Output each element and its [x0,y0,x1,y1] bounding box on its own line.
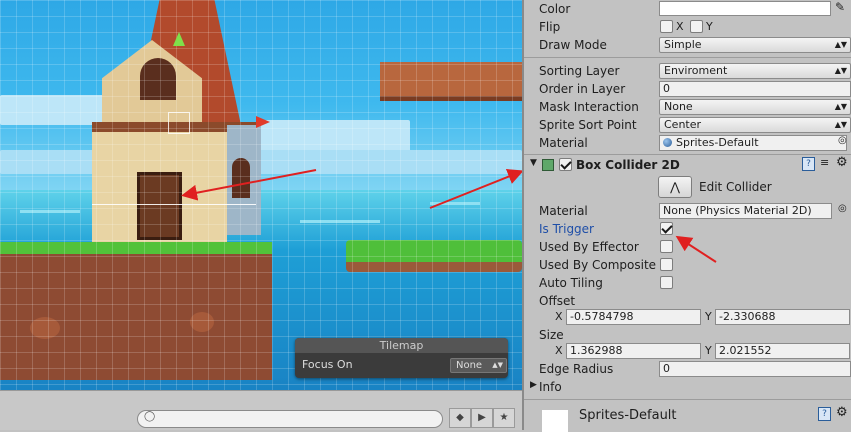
size-label: Size [539,328,564,342]
material-asset-name: Sprites-Default [579,408,677,423]
flip-x-label: X [676,20,684,33]
used-by-effector-checkbox[interactable] [660,240,673,253]
physics-material-label: Material [539,204,588,218]
focus-on-dropdown[interactable]: None ▲▼ [450,358,507,373]
color-field[interactable] [659,1,831,16]
color-label: Color [539,2,571,16]
edit-collider-icon: ⋀ [670,180,680,194]
divider [524,57,851,58]
size-x-field[interactable]: 1.362988 [566,343,701,359]
offset-x-field[interactable]: -0.5784798 [566,309,701,325]
mask-interaction-dropdown[interactable]: None ▲▼ [659,99,851,115]
tilemap-panel-title: Tilemap [295,338,508,353]
gear-icon[interactable]: ⚙ [836,405,848,420]
used-by-effector-label: Used By Effector [539,240,639,254]
gear-icon[interactable]: ⚙ [836,155,848,170]
search-icon: ◯ [144,411,156,422]
material-preview-thumbnail [542,410,568,432]
offset-y-field[interactable]: -2.330688 [715,309,850,325]
material-sphere-icon [663,138,672,147]
flip-y-label: Y [706,20,713,33]
annotation-arrow [181,169,317,201]
flip-y-checkbox[interactable] [690,20,703,33]
physics-material-field[interactable]: None (Physics Material 2D) [659,203,832,219]
material-value: Sprites-Default [676,136,759,149]
draw-mode-label: Draw Mode [539,38,607,52]
size-y-field[interactable]: 2.021552 [715,343,850,359]
draw-mode-value: Simple [664,38,702,51]
draw-mode-dropdown[interactable]: Simple ▲▼ [659,37,851,53]
used-by-composite-label: Used By Composite [539,258,657,272]
offset-x-label: X [555,310,563,323]
flip-label: Flip [539,20,561,34]
size-y-label: Y [705,344,712,357]
tag-icon[interactable]: ▶ [471,408,493,428]
is-trigger-label: Is Trigger [539,222,594,236]
box-collider-enabled-checkbox[interactable] [559,158,572,171]
offset-y-label: Y [705,310,712,323]
edge-radius-label: Edge Radius [539,362,614,376]
material-field[interactable]: Sprites-Default [659,135,847,151]
chevron-down-icon: ▲▼ [834,120,847,129]
tilemap-panel: Tilemap Focus On None ▲▼ [295,338,508,378]
material-label: Material [539,136,588,150]
preset-icon[interactable]: ≡ [820,156,829,169]
foldout-closed-icon: ▶ [530,380,537,390]
inspector-panel: Color ✎ Flip X Y Draw Mode Simple ▲▼ Sor… [522,0,851,432]
auto-tiling-label: Auto Tiling [539,276,603,290]
mask-interaction-value: None [664,100,693,113]
help-icon[interactable]: ? [802,157,815,171]
scene-view[interactable]: Tilemap Focus On None ▲▼ ◯ ◆ ▶ ★ [0,0,522,430]
annotation-arrows [181,169,522,209]
offset-label: Offset [539,294,576,308]
object-picker-icon[interactable]: ◎ [838,203,847,214]
is-trigger-checkbox[interactable] [660,222,673,235]
focus-on-value: None [456,360,483,371]
star-icon[interactable]: ★ [493,408,515,428]
chevron-down-icon: ▲▼ [492,361,503,369]
material-asset-header[interactable]: Sprites-Default ? ⚙ [524,404,851,432]
order-in-layer-label: Order in Layer [539,82,626,96]
mask-interaction-label: Mask Interaction [539,100,639,114]
sprite-sort-point-value: Center [664,118,702,131]
order-in-layer-field[interactable]: 0 [659,81,851,97]
sprite-sort-point-dropdown[interactable]: Center ▲▼ [659,117,851,133]
chevron-down-icon: ▲▼ [834,102,847,111]
sorting-layer-value: Enviroment [664,64,728,77]
layers-icon[interactable]: ◆ [449,408,471,428]
divider [524,399,851,400]
info-label: Info [539,380,562,394]
edit-collider-label: Edit Collider [699,180,772,194]
focus-on-label: Focus On [302,358,353,371]
flip-x-checkbox[interactable] [660,20,673,33]
search-input[interactable]: ◯ [137,410,443,428]
object-picker-icon[interactable]: ◎ [838,135,847,146]
help-icon[interactable]: ? [818,407,831,421]
chevron-down-icon: ▲▼ [834,40,847,49]
info-foldout[interactable]: ▶ Info [524,378,851,396]
edge-radius-field[interactable]: 0 [659,361,851,377]
divider [524,154,851,155]
box-collider-header[interactable]: ▼ Box Collider 2D ? ≡ ⚙ [524,155,851,174]
sprite-sort-point-label: Sprite Sort Point [539,118,637,132]
box-collider-icon [542,159,554,171]
box-collider-title: Box Collider 2D [576,158,680,172]
edit-collider-button[interactable]: ⋀ [658,176,692,198]
eyedropper-icon[interactable]: ✎ [835,0,845,14]
auto-tiling-checkbox[interactable] [660,276,673,289]
chevron-down-icon: ▲▼ [834,66,847,75]
annotation-arrow [429,169,522,209]
used-by-composite-checkbox[interactable] [660,258,673,271]
foldout-open-icon[interactable]: ▼ [530,158,537,168]
sorting-layer-label: Sorting Layer [539,64,620,78]
size-x-label: X [555,344,563,357]
sorting-layer-dropdown[interactable]: Enviroment ▲▼ [659,63,851,79]
